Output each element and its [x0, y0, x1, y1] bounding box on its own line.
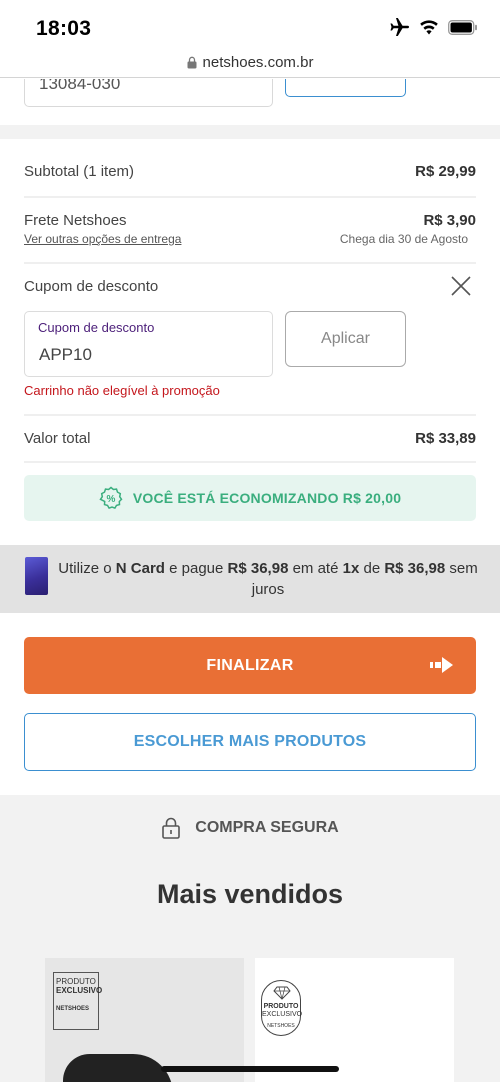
home-indicator[interactable] — [161, 1066, 339, 1072]
status-bar: 18:03 — [0, 0, 500, 48]
total-label: Valor total — [24, 430, 91, 447]
apply-button-label: Aplicar — [321, 330, 370, 347]
subtotal-label: Subtotal (1 item) — [24, 163, 135, 180]
ncard-text: Utilize o N Card e pague R$ 36,98 em até… — [58, 558, 478, 600]
ncard-price: R$ 36,98 — [227, 560, 289, 577]
badge-line: PRODUTO — [56, 977, 96, 986]
cep-value: 13084-030 — [39, 79, 121, 93]
badge-brand: NETSHOES — [56, 1006, 90, 1012]
padlock-icon — [162, 817, 181, 839]
divider — [24, 414, 476, 416]
bottom-section: COMPRA SEGURA Mais vendidos PRODUTO EXCL… — [0, 795, 500, 1082]
more-products-label: ESCOLHER MAIS PRODUTOS — [133, 733, 367, 750]
finalize-button[interactable]: FINALIZAR — [24, 637, 476, 694]
divider — [24, 262, 476, 264]
subtotal-row: Subtotal (1 item) R$ 29,99 — [24, 163, 476, 181]
total-value: R$ 33,89 — [415, 430, 476, 447]
ncard-text-part: em até — [288, 560, 343, 577]
finalize-label: FINALIZAR — [206, 656, 294, 674]
product-card[interactable]: PRODUTO EXCLUSIVO NETSHOES — [45, 958, 244, 1082]
wifi-icon — [420, 20, 438, 35]
coupon-input[interactable]: Cupom de desconto APP10 — [24, 311, 273, 377]
discount-badge-icon: % — [99, 486, 123, 510]
coupon-title: Cupom de desconto — [24, 278, 159, 295]
coupon-header: Cupom de desconto — [24, 278, 476, 296]
best-sellers-title: Mais vendidos — [156, 879, 344, 909]
ncard-text-part: Utilize o — [58, 560, 116, 577]
secure-label: COMPRA SEGURA — [195, 819, 339, 836]
exclusive-badge: PRODUTO EXCLUSIVO NETSHOES — [261, 980, 303, 1036]
badge-brand: NETSHOES — [267, 1023, 295, 1029]
shipping-options-link[interactable]: Ver outras opções de entrega — [24, 232, 181, 246]
product-image — [63, 1054, 173, 1082]
status-time: 18:03 — [36, 17, 92, 40]
ncard-text-part: e pague — [164, 560, 228, 577]
savings-banner: % VOCÊ ESTÁ ECONOMIZANDO R$ 20,00 — [24, 475, 476, 521]
coupon-input-label: Cupom de desconto — [38, 320, 155, 335]
shipping-calculator: 13084-030 — [0, 79, 500, 125]
url-text: netshoes.com.br — [202, 54, 314, 71]
secure-purchase: COMPRA SEGURA — [0, 817, 500, 839]
badge-line: PRODUTO — [263, 1003, 299, 1010]
ncard-banner[interactable]: Utilize o N Card e pague R$ 36,98 em até… — [0, 545, 500, 613]
divider — [24, 461, 476, 463]
status-icons — [390, 18, 478, 36]
choose-more-products-button[interactable]: ESCOLHER MAIS PRODUTOS — [24, 713, 476, 771]
diamond-icon — [273, 986, 291, 1000]
cep-input[interactable]: 13084-030 — [24, 79, 273, 107]
shipping-value: R$ 3,90 — [423, 212, 476, 229]
divider — [24, 196, 476, 198]
lock-icon — [187, 56, 197, 69]
coupon-input-value: APP10 — [39, 345, 92, 364]
arrow-right-icon — [430, 657, 453, 673]
badge-line: EXCLUSIVO — [262, 1011, 303, 1018]
apply-coupon-button[interactable]: Aplicar — [285, 311, 406, 367]
shipping-eta: Chega dia 30 de Agosto — [339, 232, 468, 246]
total-row: Valor total R$ 33,89 — [24, 430, 476, 448]
ncard-text-part: de — [359, 560, 385, 577]
card-icon — [25, 557, 48, 595]
shipping-label: Frete Netshoes — [24, 212, 127, 229]
coupon-error-message: Carrinho não elegível à promoção — [24, 383, 220, 398]
savings-text: VOCÊ ESTÁ ECONOMIZANDO R$ 20,00 — [132, 490, 402, 506]
battery-icon — [448, 19, 477, 35]
close-icon[interactable] — [450, 275, 472, 297]
airplane-icon — [390, 18, 409, 36]
cep-calculate-button[interactable] — [285, 79, 406, 97]
shipping-row: Frete Netshoes R$ 3,90 Ver outras opções… — [24, 212, 476, 252]
exclusive-badge: PRODUTO EXCLUSIVO NETSHOES — [53, 972, 103, 1030]
svg-text:%: % — [106, 494, 115, 505]
ncard-installments: 1x — [342, 560, 360, 577]
section-separator — [0, 125, 500, 139]
product-card[interactable]: PRODUTO EXCLUSIVO NETSHOES — [255, 958, 454, 1082]
subtotal-value: R$ 29,99 — [415, 163, 476, 180]
badge-line: EXCLUSIVO — [56, 986, 103, 995]
ncard-name: N Card — [115, 560, 165, 577]
ncard-installment-value: R$ 36,98 — [384, 560, 446, 577]
url-bar[interactable]: netshoes.com.br — [0, 48, 500, 78]
